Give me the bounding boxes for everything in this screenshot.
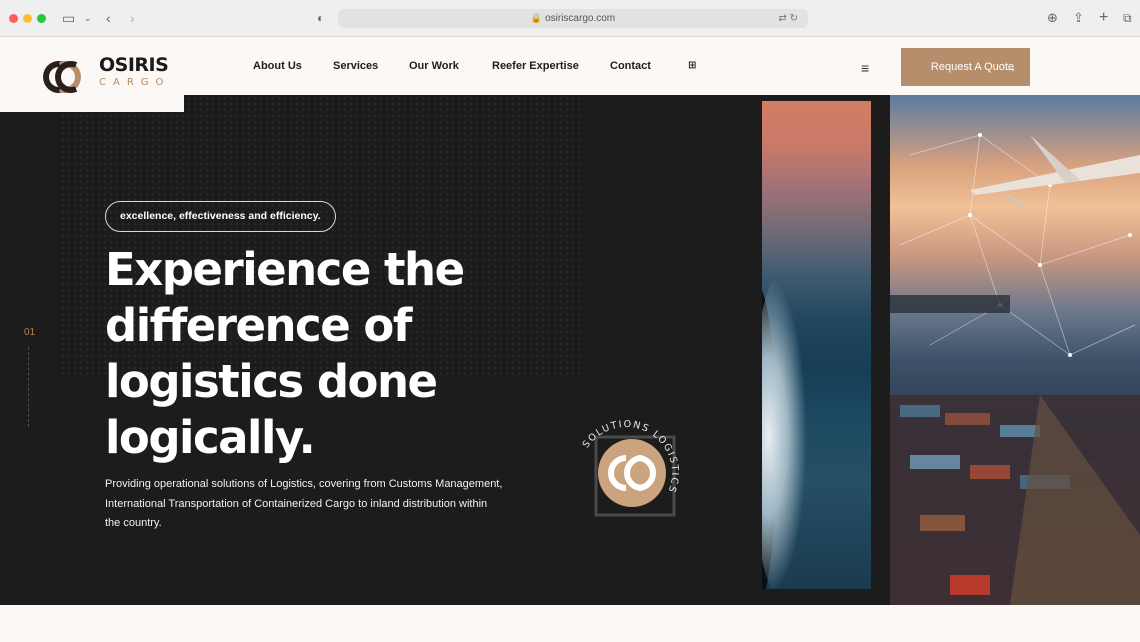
new-tab-icon[interactable]: + — [1099, 9, 1108, 27]
lock-icon: 🔒 — [530, 13, 543, 23]
download-icon[interactable]: ⊕ — [1047, 9, 1058, 27]
address-bar[interactable]: 🔒 osiriscargo.com ⇄ ↻ — [338, 9, 808, 28]
hero-headline: Experience the difference of logistics d… — [105, 243, 465, 464]
slide-indicator-line — [28, 347, 29, 427]
wave-foam-shape — [762, 276, 807, 589]
request-quote-button[interactable]: Request A Quote → — [901, 48, 1030, 86]
hero-description: Providing operational solutions of Logis… — [105, 478, 503, 529]
close-window-button[interactable] — [9, 14, 18, 23]
nav-services[interactable]: Services — [333, 60, 378, 72]
hero-section: 01 excellence, effectiveness and efficie… — [0, 95, 890, 605]
nav-contact[interactable]: Contact — [610, 60, 651, 72]
browser-toolbar: ▭ ⌄ ‹ › ◐ 🔒 osiriscargo.com ⇄ ↻ ⊕ ⇪ + ⧉ — [0, 0, 1140, 37]
ocean-aerial-image — [762, 101, 871, 589]
tagline-pill: excellence, effectiveness and efficiency… — [105, 201, 336, 232]
port-illustration — [890, 133, 1140, 605]
next-section-strip — [0, 605, 1140, 642]
maximize-window-button[interactable] — [37, 14, 46, 23]
nav-about-us[interactable]: About Us — [253, 60, 302, 72]
shield-icon[interactable]: ◐ — [317, 9, 324, 27]
back-icon[interactable]: ‹ — [106, 9, 111, 27]
arrow-right-icon: → — [1003, 59, 1017, 75]
logo-subtext: CARGO — [99, 77, 171, 88]
menu-icon[interactable]: ≡ — [861, 60, 869, 76]
osiris-logo-icon — [43, 61, 81, 93]
logo[interactable]: OSIRIS CARGO — [0, 37, 184, 112]
nav-reefer-expertise[interactable]: Reefer Expertise — [492, 60, 579, 72]
nav-our-work[interactable]: Our Work — [409, 60, 459, 72]
request-quote-label: Request A Quote — [930, 61, 1015, 73]
translate-reload-icons[interactable]: ⇄ ↻ — [778, 9, 798, 28]
tabs-overview-icon[interactable]: ⧉ — [1123, 9, 1132, 27]
minimize-window-button[interactable] — [23, 14, 32, 23]
logo-text: OSIRIS — [99, 54, 169, 76]
sidebar-toggle-icon[interactable]: ▭ — [62, 9, 75, 27]
language-flag-icon[interactable]: ⊞ — [688, 60, 696, 71]
forward-icon[interactable]: › — [130, 9, 135, 27]
url-text: osiriscargo.com — [545, 13, 616, 24]
port-cargo-image — [890, 95, 1140, 605]
slide-number: 01 — [24, 327, 36, 338]
logistics-solutions-badge: SOLUTIONS LOGISTICS — [581, 419, 679, 517]
share-icon[interactable]: ⇪ — [1073, 9, 1084, 27]
chevron-down-icon[interactable]: ⌄ — [84, 9, 92, 27]
